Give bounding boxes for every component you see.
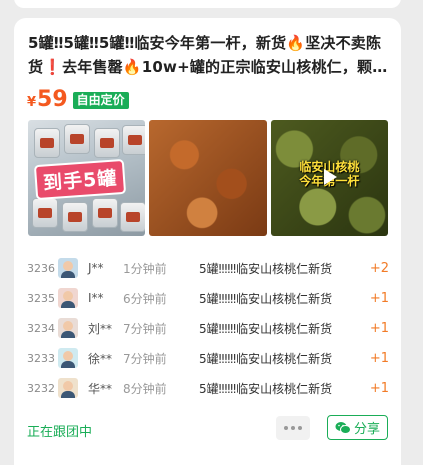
jar-shape: [92, 198, 118, 228]
order-row[interactable]: 3236 J** 1分钟前 5罐‼‼‼临安山核桃仁新货 +2: [27, 253, 389, 283]
order-number: 3232: [27, 381, 55, 395]
jar-shape: [62, 202, 88, 232]
order-time: 7分钟前: [123, 351, 167, 366]
order-time: 6分钟前: [123, 291, 167, 306]
order-number: 3235: [27, 291, 55, 305]
buyer-name: 刘**: [88, 321, 113, 336]
buyer-name: 华**: [88, 381, 113, 396]
group-buy-card[interactable]: 5罐‼5罐‼5罐‼临安今年第一杆，新货🔥坚决不卖陈货❗去年售罄🔥10w+罐的正宗…: [14, 18, 401, 465]
play-icon[interactable]: [318, 166, 340, 188]
order-quantity: +1: [369, 320, 389, 336]
jar-shape: [34, 128, 60, 158]
order-number: 3234: [27, 321, 55, 335]
order-quantity: +1: [369, 290, 389, 306]
price-row: ¥ 59 自由定价: [27, 87, 129, 113]
buyer-name: 徐**: [88, 351, 113, 366]
order-quantity: +2: [369, 260, 389, 276]
order-time: 1分钟前: [123, 261, 167, 276]
dot-icon: [291, 426, 295, 430]
avatar: [58, 288, 78, 308]
promo-overlay-text: 到手5罐: [33, 158, 127, 201]
jar-shape: [120, 202, 146, 232]
price-value: 59: [37, 87, 68, 112]
previous-card-edge: [14, 0, 401, 8]
avatar: [58, 258, 78, 278]
share-label: 分享: [353, 422, 380, 437]
order-time: 8分钟前: [123, 381, 167, 396]
order-quantity: +1: [369, 350, 389, 366]
more-options-button[interactable]: [276, 416, 310, 440]
dot-icon: [284, 426, 288, 430]
order-row[interactable]: 3235 I** 6分钟前 5罐‼‼‼临安山核桃仁新货 +1: [27, 283, 389, 313]
avatar: [58, 318, 78, 338]
order-number: 3236: [27, 261, 55, 275]
buyer-name: J**: [88, 261, 104, 275]
wechat-icon: [335, 421, 351, 434]
order-product: 5罐‼‼‼临安山核桃仁新货: [199, 321, 333, 336]
walnut-kernels-photo[interactable]: [149, 120, 267, 236]
order-product: 5罐‼‼‼临安山核桃仁新货: [199, 291, 333, 306]
order-product: 5罐‼‼‼临安山核桃仁新货: [199, 261, 333, 276]
group-status-text: 正在跟团中: [27, 425, 93, 440]
order-row[interactable]: 3232 华** 8分钟前 5罐‼‼‼临安山核桃仁新货 +1: [27, 373, 389, 403]
order-row[interactable]: 3234 刘** 7分钟前 5罐‼‼‼临安山核桃仁新货 +1: [27, 313, 389, 343]
order-time: 7分钟前: [123, 321, 167, 336]
avatar: [58, 378, 78, 398]
buyer-name: I**: [88, 291, 104, 305]
jars-photo[interactable]: 到手5罐: [28, 120, 146, 236]
order-row[interactable]: 3233 徐** 7分钟前 5罐‼‼‼临安山核桃仁新货 +1: [27, 343, 389, 373]
order-product: 5罐‼‼‼临安山核桃仁新货: [199, 351, 333, 366]
jar-shape: [32, 198, 58, 228]
price-currency: ¥: [27, 95, 37, 110]
price-tag-badge: 自由定价: [72, 91, 129, 109]
share-button[interactable]: 分享: [327, 415, 388, 440]
dot-icon: [298, 426, 302, 430]
order-product: 5罐‼‼‼临安山核桃仁新货: [199, 381, 333, 396]
jar-shape: [122, 125, 146, 155]
avatar: [58, 348, 78, 368]
order-quantity: +1: [369, 380, 389, 396]
jar-shape: [94, 128, 120, 158]
photo-gallery: 到手5罐 临安山核桃 今年第一杆: [28, 120, 388, 236]
order-list: 3236 J** 1分钟前 5罐‼‼‼临安山核桃仁新货 +2 3235 I** …: [27, 253, 389, 403]
green-walnuts-video[interactable]: 临安山核桃 今年第一杆: [270, 120, 388, 236]
post-title[interactable]: 5罐‼5罐‼5罐‼临安今年第一杆，新货🔥坚决不卖陈货❗去年售罄🔥10w+罐的正宗…: [28, 31, 390, 79]
order-number: 3233: [27, 351, 55, 365]
jar-shape: [64, 124, 90, 154]
